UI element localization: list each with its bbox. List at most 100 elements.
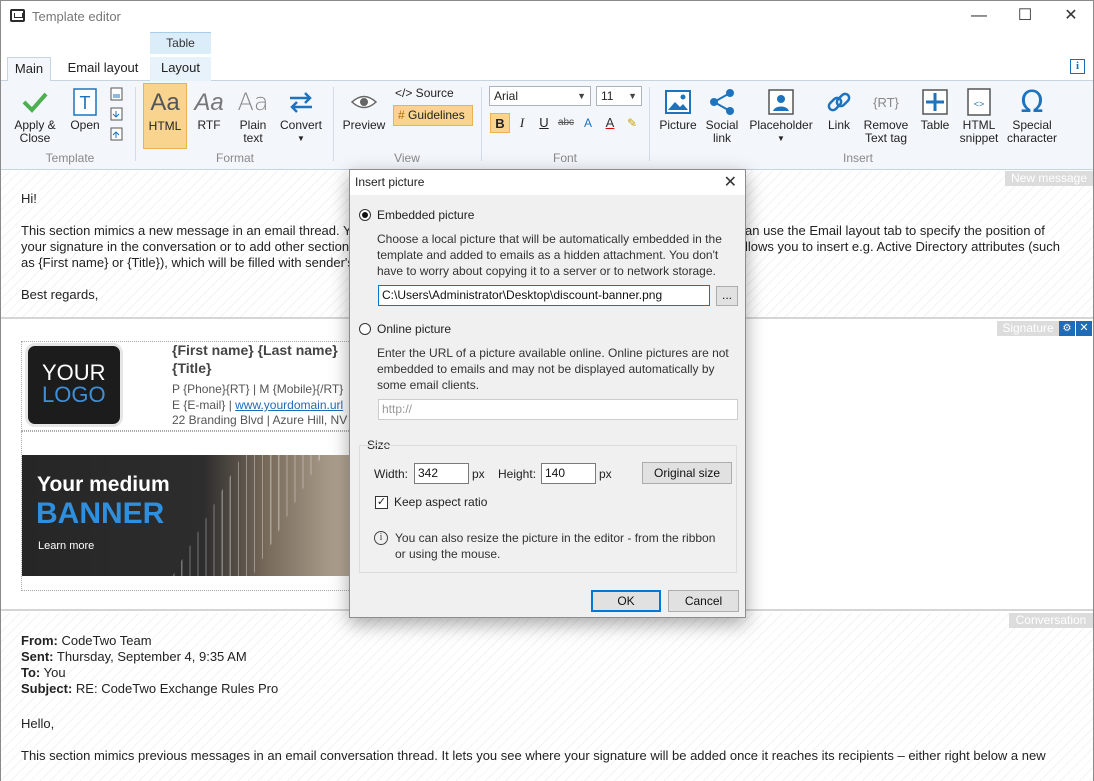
domain-link[interactable]: www.yourdomain.url — [235, 398, 343, 412]
original-size-button[interactable]: Original size — [642, 462, 732, 484]
remove-text-tag-button[interactable]: {RT} Remove Text tag — [861, 85, 911, 145]
dialog-title: Insert picture — [350, 170, 745, 195]
to-line: To: You — [21, 665, 66, 680]
rtf-aa-icon: Aa — [194, 88, 224, 116]
embedded-picture-radio[interactable] — [359, 209, 371, 221]
text-effects-icon[interactable]: A — [578, 113, 598, 133]
italic-button[interactable]: I — [512, 113, 532, 133]
group-view-label: View — [394, 151, 420, 165]
placeholder-person-icon — [768, 89, 794, 115]
table-icon — [922, 89, 948, 115]
height-unit: px — [599, 467, 612, 481]
height-label: Height: — [498, 467, 537, 481]
width-unit: px — [472, 467, 485, 481]
ok-button[interactable]: OK — [591, 590, 661, 612]
link-button[interactable]: Link — [819, 85, 859, 132]
font-color-icon[interactable]: A — [600, 113, 620, 133]
cancel-button[interactable]: Cancel — [668, 590, 739, 612]
banner-image[interactable]: Your medium BANNER Learn more — [22, 455, 351, 576]
chevron-down-icon: ▼ — [628, 91, 637, 101]
source-button[interactable]: </> Source — [395, 86, 454, 100]
online-picture-label[interactable]: Online picture — [377, 322, 451, 336]
online-description: Enter the URL of a picture available onl… — [377, 346, 729, 392]
remove-section-icon[interactable]: ✕ — [1076, 321, 1092, 336]
font-size-select[interactable]: 11 ▼ — [596, 86, 642, 106]
width-label: Width: — [374, 467, 409, 481]
conversation-section[interactable]: Conversation From: CodeTwo Team Sent: Th… — [1, 613, 1093, 781]
plain-text-format-button[interactable]: Aa Plain text — [233, 85, 273, 145]
conversation-body: This section mimics previous messages in… — [21, 748, 1046, 763]
export-template-icon[interactable] — [109, 127, 125, 144]
resize-hint: You can also resize the picture in the e… — [395, 531, 716, 561]
info-circle-icon: i — [374, 531, 388, 545]
picture-path-input[interactable]: C:\Users\Administrator\Desktop\discount-… — [378, 285, 710, 306]
convert-button[interactable]: Convert ▼ — [277, 85, 325, 145]
signature-title: {Title} — [172, 360, 212, 376]
keep-aspect-label[interactable]: Keep aspect ratio — [394, 495, 487, 509]
guidelines-button[interactable]: # Guidelines — [393, 105, 473, 126]
banner-decoration — [150, 455, 334, 576]
eye-icon — [350, 95, 378, 109]
body-line: llows you to insert e.g. Active Director… — [745, 239, 1061, 254]
open-template-icon: T — [73, 88, 97, 116]
subject-line: Subject: RE: CodeTwo Exchange Rules Pro — [21, 681, 279, 696]
rt-tag-icon: {RT} — [873, 94, 899, 110]
settings-gear-icon[interactable]: ⚙ — [1059, 321, 1075, 336]
from-line: From: CodeTwo Team — [21, 633, 152, 648]
placeholder-button[interactable]: Placeholder ▼ — [747, 85, 815, 145]
html-snippet-icon: <> — [967, 88, 991, 116]
minimize-button[interactable]: — — [956, 1, 1002, 32]
group-format-label: Format — [215, 151, 254, 165]
separator — [481, 87, 482, 161]
ribbon-tabs: Main Email layout Layout i — [1, 54, 1093, 81]
preview-button[interactable]: Preview — [341, 85, 387, 132]
open-button[interactable]: T Open — [67, 85, 103, 132]
browse-button[interactable]: ... — [716, 286, 738, 306]
underline-button[interactable]: U — [534, 113, 554, 133]
height-input[interactable]: 140 — [541, 463, 596, 484]
html-snippet-button[interactable]: <> HTML snippet — [957, 85, 1001, 145]
close-button[interactable]: ✕ — [1048, 1, 1094, 32]
section-tag-new-message: New message — [1005, 171, 1093, 186]
link-chain-icon — [827, 92, 851, 112]
maximize-button[interactable]: ☐ — [1002, 1, 1048, 32]
bold-button[interactable]: B — [490, 113, 510, 133]
html-format-button[interactable]: Aa HTML — [143, 83, 187, 149]
context-tab-group-table: Table — [150, 32, 211, 54]
title-bar: Template editor — ☐ ✕ — [1, 1, 1093, 32]
section-tag-conversation: Conversation — [1009, 613, 1093, 628]
size-group-label: Size — [367, 438, 391, 452]
tab-main[interactable]: Main — [7, 57, 51, 81]
picture-url-input[interactable]: http:// — [378, 399, 738, 420]
save-template-icon[interactable] — [109, 87, 125, 104]
chevron-down-icon: ▼ — [577, 91, 586, 101]
plain-aa-icon: Aa — [237, 87, 269, 116]
your-logo-image[interactable]: YOUR LOGO — [25, 343, 123, 427]
sent-line: Sent: Thursday, September 4, 9:35 AM — [21, 649, 247, 664]
dialog-close-icon[interactable]: ✕ — [724, 172, 737, 192]
import-template-icon[interactable] — [109, 107, 125, 124]
keep-aspect-checkbox[interactable]: ✓ — [375, 496, 388, 509]
width-input[interactable]: 342 — [414, 463, 469, 484]
info-icon[interactable]: i — [1070, 59, 1085, 74]
special-character-button[interactable]: Ω Special character — [1005, 85, 1059, 145]
insert-picture-button[interactable]: Picture — [657, 85, 699, 132]
chevron-down-icon: ▼ — [297, 134, 305, 143]
convert-arrows-icon — [290, 92, 312, 113]
social-link-button[interactable]: Social link — [701, 85, 743, 145]
tab-email-layout[interactable]: Email layout — [61, 57, 145, 81]
tab-layout[interactable]: Layout — [150, 57, 211, 81]
embedded-picture-label[interactable]: Embedded picture — [377, 208, 474, 222]
template-editor-window: Template editor — ☐ ✕ Table Main Email l… — [0, 0, 1094, 781]
signature-name: {First name} {Last name} — [172, 342, 338, 358]
font-family-select[interactable]: Arial ▼ — [489, 86, 591, 106]
online-picture-radio[interactable] — [359, 323, 371, 335]
rtf-format-button[interactable]: Aa RTF — [191, 85, 227, 132]
apply-close-button[interactable]: Apply & Close — [11, 85, 59, 145]
insert-table-button[interactable]: Table — [915, 85, 955, 132]
greeting-text: Hi! — [21, 191, 37, 206]
strikethrough-button[interactable]: abc — [556, 113, 576, 133]
highlight-icon[interactable]: ✎ — [622, 113, 642, 133]
section-tag-signature: Signature — [997, 321, 1059, 336]
chevron-down-icon: ▼ — [777, 134, 785, 143]
